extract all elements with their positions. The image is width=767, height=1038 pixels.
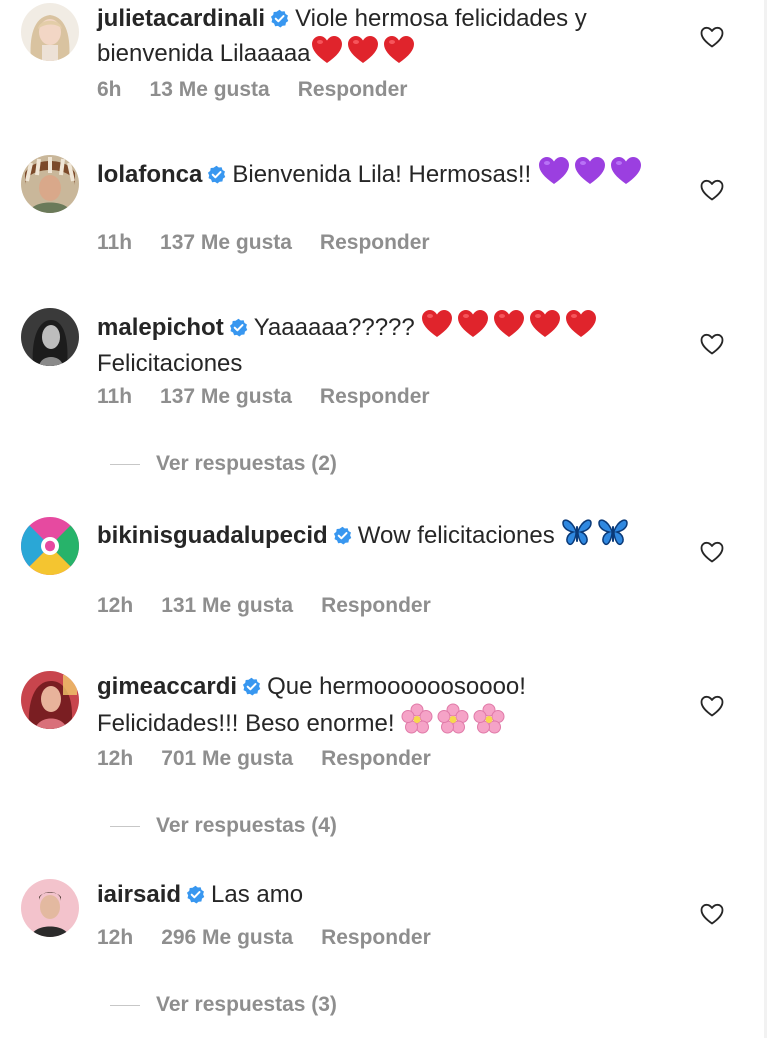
reply-button[interactable]: Responder: [320, 231, 430, 254]
comment-username[interactable]: bikinisguadalupecid: [97, 522, 328, 549]
comment-username[interactable]: iairsaid: [97, 881, 181, 908]
replies-divider: [110, 1004, 140, 1006]
comment-username[interactable]: malepichot: [97, 314, 224, 341]
comment-text-line2: Felicidades!!! Beso enorme!: [97, 710, 395, 737]
like-heart-icon[interactable]: [700, 26, 724, 48]
comment-body: julietacardinali Viole hermosa felicidade…: [97, 3, 667, 74]
avatar[interactable]: [21, 879, 79, 937]
reply-button[interactable]: Responder: [321, 747, 431, 770]
reply-button[interactable]: Responder: [321, 926, 431, 949]
red-heart-emoji-icon: [347, 35, 379, 74]
like-heart-icon[interactable]: [700, 541, 724, 563]
verified-badge-icon: [242, 677, 261, 696]
comment-text: Las amo: [211, 881, 304, 908]
comment-text: Bienvenida Lila! Hermosas!!: [232, 161, 532, 188]
red-heart-emoji-icon: [421, 309, 453, 348]
replies-divider: [110, 463, 140, 465]
comment-likes[interactable]: 137 Me gusta: [160, 231, 292, 254]
avatar[interactable]: [21, 671, 79, 729]
comment-time: 12h: [97, 747, 134, 770]
cherry-blossom-emoji-icon: [473, 703, 505, 744]
view-replies-button[interactable]: Ver respuestas (3): [110, 992, 337, 1018]
reply-button[interactable]: Responder: [320, 385, 430, 408]
avatar[interactable]: [21, 3, 79, 61]
like-heart-icon[interactable]: [700, 903, 724, 925]
comment-meta: 11h 137 Me gusta Responder: [97, 230, 458, 256]
comment-time: 11h: [97, 231, 133, 254]
avatar-image: [21, 308, 79, 366]
view-replies-label: Ver respuestas (3): [156, 993, 337, 1016]
reply-button[interactable]: Responder: [321, 594, 431, 617]
comment-body: lolafonca Bienvenida Lila! Hermosas!!: [97, 156, 667, 195]
like-heart-icon[interactable]: [700, 333, 724, 355]
reply-button[interactable]: Responder: [298, 78, 408, 101]
comment-meta: 11h 137 Me gusta Responder: [97, 384, 458, 410]
comment-time: 12h: [97, 594, 134, 617]
comment-username[interactable]: gimeaccardi: [97, 673, 237, 700]
comment-likes[interactable]: 13 Me gusta: [150, 78, 270, 101]
comment-text-line2: Felicitaciones: [97, 350, 243, 377]
like-heart-icon[interactable]: [700, 179, 724, 201]
comment-meta: 12h 296 Me gusta Responder: [97, 925, 459, 951]
purple-heart-emoji-icon: [538, 156, 570, 195]
verified-badge-icon: [270, 9, 289, 28]
comment-likes[interactable]: 131 Me gusta: [161, 594, 293, 617]
comment-likes[interactable]: 296 Me gusta: [161, 926, 293, 949]
replies-divider: [110, 825, 140, 827]
view-replies-button[interactable]: Ver respuestas (2): [110, 451, 337, 477]
avatar[interactable]: [21, 308, 79, 366]
purple-heart-emoji-icon: [610, 156, 642, 195]
view-replies-button[interactable]: Ver respuestas (4): [110, 813, 337, 839]
cherry-blossom-emoji-icon: [437, 703, 469, 744]
red-heart-emoji-icon: [493, 309, 525, 348]
red-heart-emoji-icon: [565, 309, 597, 348]
view-replies-label: Ver respuestas (2): [156, 452, 337, 475]
verified-badge-icon: [207, 165, 226, 184]
purple-heart-emoji-icon: [574, 156, 606, 195]
butterfly-emoji-icon: [561, 517, 593, 556]
avatar-image: [21, 671, 79, 729]
comment-body: malepichot Yaaaaaa????? Felicitaciones: [97, 309, 667, 380]
avatar[interactable]: [21, 517, 79, 575]
comment-text: Que hermoooooosoooo!: [267, 673, 526, 700]
avatar-image: [21, 517, 79, 575]
comment-body: gimeaccardi Que hermoooooosoooo! Felicida…: [97, 671, 667, 744]
comment-likes[interactable]: 137 Me gusta: [160, 385, 292, 408]
comment-text: Yaaaaaa?????: [253, 314, 415, 341]
comment-time: 12h: [97, 926, 134, 949]
comment-username[interactable]: lolafonca: [97, 161, 202, 188]
cherry-blossom-emoji-icon: [401, 703, 433, 744]
comment-time: 6h: [97, 78, 122, 101]
comment-meta: 12h 701 Me gusta Responder: [97, 746, 459, 772]
verified-badge-icon: [333, 526, 352, 545]
avatar-image: [21, 155, 79, 213]
comment-username[interactable]: julietacardinali: [97, 5, 265, 32]
like-heart-icon[interactable]: [700, 695, 724, 717]
verified-badge-icon: [229, 318, 248, 337]
comment-body: iairsaid Las amo: [97, 879, 667, 911]
avatar-image: [21, 879, 79, 937]
red-heart-emoji-icon: [311, 35, 343, 74]
avatar-image: [21, 3, 79, 61]
butterfly-emoji-icon: [597, 517, 629, 556]
comment-meta: 12h 131 Me gusta Responder: [97, 593, 459, 619]
verified-badge-icon: [186, 885, 205, 904]
comment-meta: 6h 13 Me gusta Responder: [97, 77, 435, 103]
comment-likes[interactable]: 701 Me gusta: [161, 747, 293, 770]
avatar[interactable]: [21, 155, 79, 213]
red-heart-emoji-icon: [457, 309, 489, 348]
comment-time: 11h: [97, 385, 133, 408]
comment-body: bikinisguadalupecid Wow felicitaciones: [97, 517, 667, 556]
red-heart-emoji-icon: [383, 35, 415, 74]
red-heart-emoji-icon: [529, 309, 561, 348]
view-replies-label: Ver respuestas (4): [156, 814, 337, 837]
comment-text: Wow felicitaciones: [357, 522, 555, 549]
